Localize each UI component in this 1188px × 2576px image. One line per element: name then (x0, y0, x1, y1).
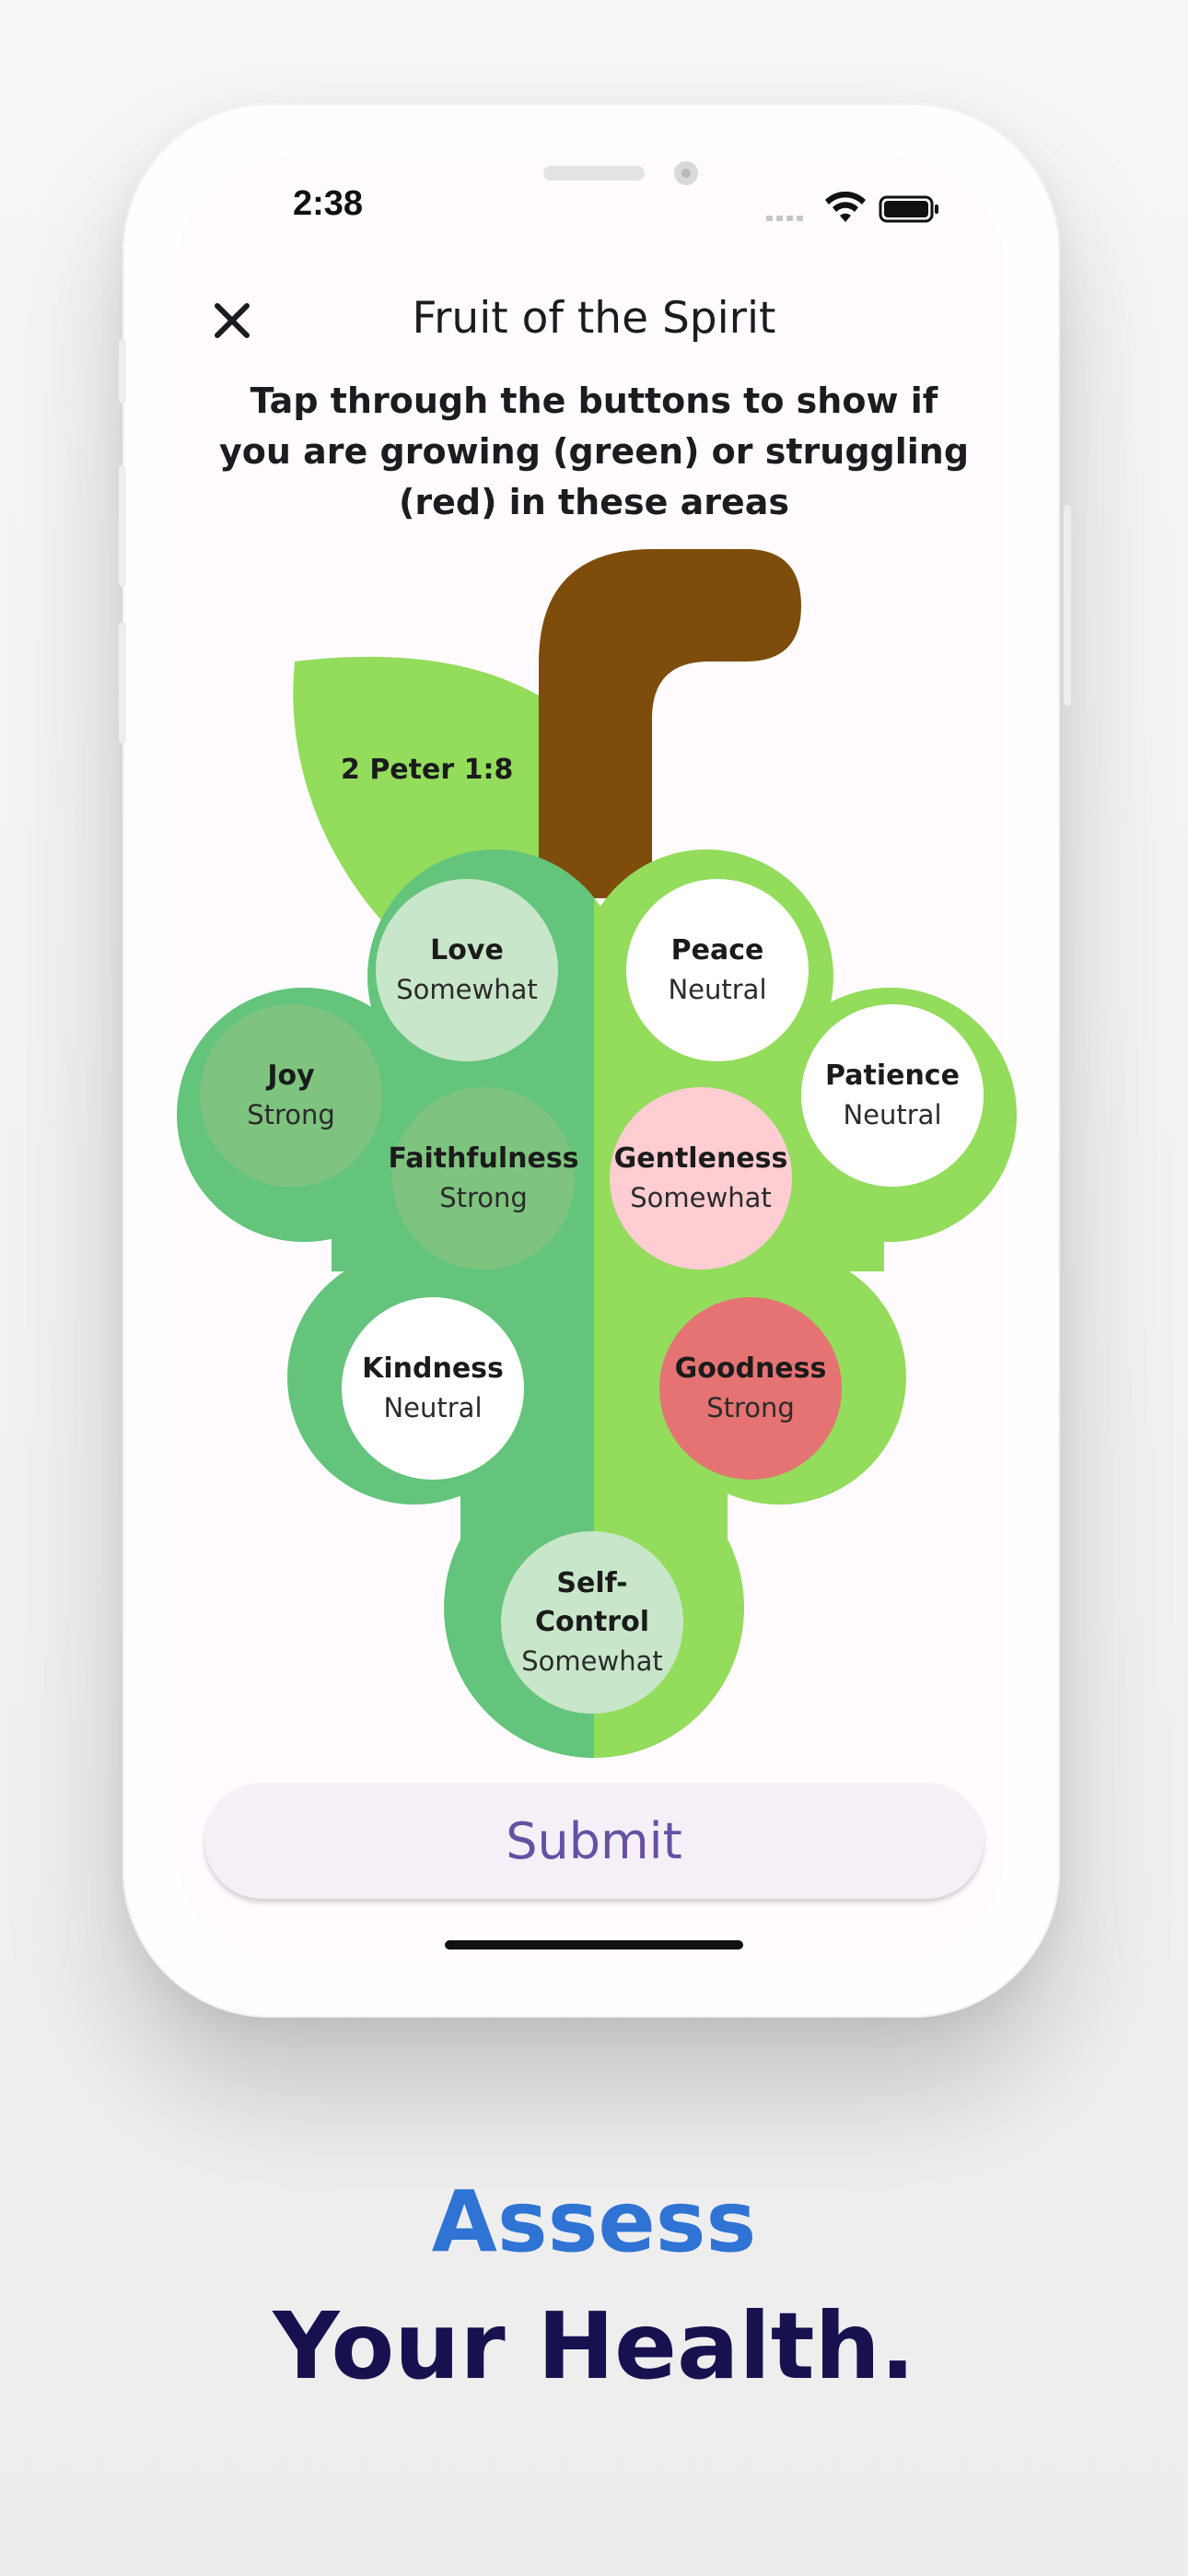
phone-power-button (1064, 505, 1071, 706)
fruit-button-self-control[interactable]: Self-Control Somewhat (501, 1531, 683, 1714)
phone-volume-up (119, 465, 126, 587)
fruit-button-joy[interactable]: Joy Strong (200, 1004, 382, 1187)
page-title: Fruit of the Spirit (412, 293, 776, 344)
fruit-button-gentleness[interactable]: Gentleness Somewhat (610, 1087, 792, 1270)
fruit-name: Self-Control (534, 1567, 649, 1638)
battery-icon (879, 195, 938, 223)
tagline-line-2: Your Health. (273, 2292, 915, 2400)
fruit-name: Gentleness (613, 1142, 788, 1175)
fruit-name: Love (430, 934, 504, 966)
cellular-signal-icon (766, 216, 803, 221)
fruit-name: Goodness (674, 1352, 827, 1385)
fruit-name: Peace (670, 934, 764, 966)
home-indicator[interactable] (445, 1940, 743, 1950)
fruit-button-love[interactable]: Love Somewhat (376, 879, 558, 1061)
fruit-name: Kindness (362, 1352, 504, 1385)
fruit-button-faithfulness[interactable]: Faithfulness Strong (388, 1087, 579, 1270)
submit-button[interactable]: Submit (204, 1783, 984, 1899)
close-icon (215, 303, 250, 338)
fruit-button-goodness[interactable]: Goodness Strong (659, 1297, 842, 1480)
fruit-button-patience[interactable]: Patience Neutral (801, 1004, 984, 1187)
tagline-line-1: Assess (431, 2172, 757, 2271)
wifi-icon (825, 191, 866, 222)
fruit-name: Patience (825, 1060, 960, 1092)
earpiece-speaker (543, 166, 645, 181)
fruit-button-kindness[interactable]: Kindness Neutral (342, 1297, 524, 1480)
status-time: 2:38 (293, 184, 364, 223)
fruit-level: Neutral (668, 974, 767, 1005)
fruit-level: Strong (706, 1392, 795, 1423)
close-button[interactable] (208, 297, 256, 345)
fruit-level: Somewhat (396, 974, 538, 1005)
instructions-text: Tap through the buttons to show if you a… (218, 381, 970, 522)
fruit-level: Strong (247, 1099, 335, 1130)
status-icons (766, 191, 941, 228)
fruit-level: Strong (439, 1182, 528, 1213)
front-camera (674, 161, 698, 185)
fruit-level: Somewhat (630, 1182, 772, 1213)
fruit-button-peace[interactable]: Peace Neutral (626, 879, 809, 1061)
fruit-level: Neutral (843, 1099, 942, 1130)
fruit-level: Somewhat (521, 1645, 663, 1677)
phone-side-button (119, 339, 126, 404)
fruit-name: Faithfulness (388, 1142, 579, 1175)
fruit-level: Neutral (383, 1392, 483, 1423)
fruit-name: Joy (267, 1060, 315, 1092)
phone-volume-down (119, 622, 126, 744)
leaf-verse-label: 2 Peter 1:8 (341, 754, 514, 786)
